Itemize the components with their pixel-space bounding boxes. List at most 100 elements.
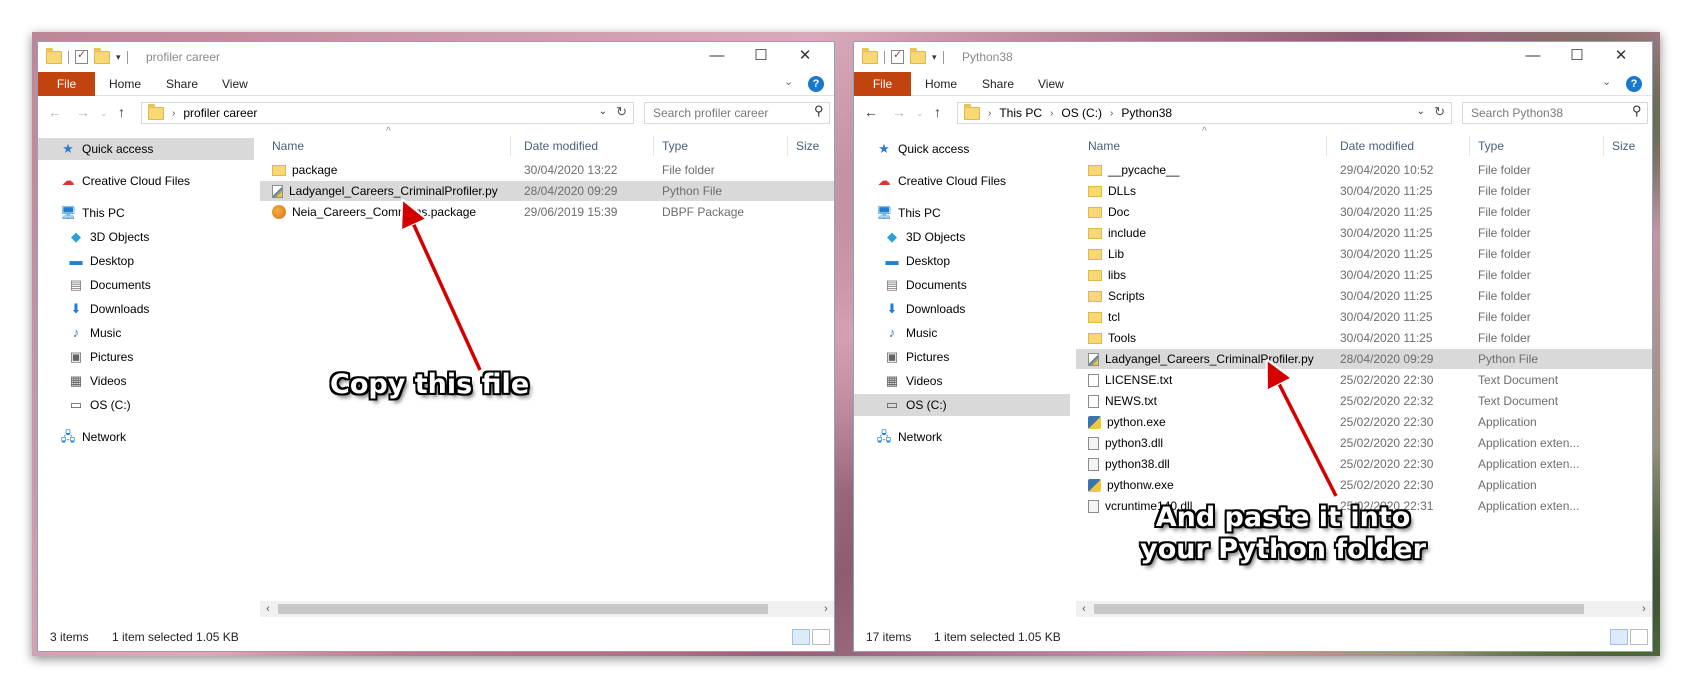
breadcrumb-separator-icon[interactable]: › <box>1110 108 1113 119</box>
column-header-date[interactable]: Date modified <box>524 134 598 158</box>
file-row[interactable]: package 30/04/2020 13:22 File folder <box>260 160 834 180</box>
minimize-icon[interactable]: — <box>706 46 728 66</box>
file-row[interactable]: Lib 30/04/2020 11:25 File folder <box>1076 244 1652 264</box>
expand-ribbon-chevron-icon[interactable]: ⌄ <box>1602 75 1611 88</box>
breadcrumb-separator-icon[interactable]: › <box>1050 108 1053 119</box>
nav-item-os-c[interactable]: ▭ OS (C:) <box>38 394 254 416</box>
refresh-icon[interactable]: ↻ <box>1434 104 1445 120</box>
customize-toolbar-caret-icon[interactable]: ▾ <box>932 52 937 63</box>
nav-item-quick-access[interactable]: ★ Quick access <box>38 138 254 160</box>
file-row[interactable]: __pycache__ 29/04/2020 10:52 File folder <box>1076 160 1652 180</box>
refresh-icon[interactable]: ↻ <box>616 104 627 120</box>
file-row[interactable]: pythonw.exe 25/02/2020 22:30 Application <box>1076 475 1652 495</box>
breadcrumb-separator-icon[interactable]: › <box>988 108 991 119</box>
forward-arrow-icon[interactable]: → <box>892 104 906 120</box>
column-header-name[interactable]: Name <box>272 134 304 158</box>
nav-item-downloads[interactable]: ⬇ Downloads <box>38 298 254 320</box>
maximize-icon[interactable]: ☐ <box>750 46 772 66</box>
scroll-right-icon[interactable]: › <box>818 601 834 617</box>
file-row[interactable]: include 30/04/2020 11:25 File folder <box>1076 223 1652 243</box>
properties-icon[interactable] <box>75 48 88 64</box>
large-icons-view-icon[interactable] <box>1630 629 1648 645</box>
back-arrow-icon[interactable]: ← <box>864 104 878 120</box>
breadcrumb-profiler-career[interactable]: profiler career <box>183 106 257 120</box>
maximize-icon[interactable]: ☐ <box>1566 46 1588 66</box>
file-row[interactable]: Ladyangel_Careers_CriminalProfiler.py 28/… <box>260 181 834 201</box>
tab-home[interactable]: Home <box>109 72 141 96</box>
column-divider[interactable] <box>1603 136 1604 156</box>
address-dropdown-icon[interactable]: ⌄ <box>1417 106 1425 117</box>
file-row[interactable]: Neia_Careers_Commons.package 29/06/2019 1… <box>260 202 834 222</box>
nav-item-this-pc[interactable]: 🖥 This PC <box>854 202 1070 224</box>
scrollbar-thumb[interactable] <box>1094 604 1584 614</box>
breadcrumb-os-c[interactable]: OS (C:) <box>1061 106 1102 120</box>
column-divider[interactable] <box>787 136 788 156</box>
address-bar[interactable]: › This PC › OS (C:) › Python38 ⌄ ↻ <box>957 102 1452 124</box>
nav-item-music[interactable]: ♪ Music <box>854 322 1070 344</box>
file-row[interactable]: Ladyangel_Careers_CriminalProfiler.py 28/… <box>1076 349 1652 369</box>
nav-item-quick-access[interactable]: ★ Quick access <box>854 138 1070 160</box>
nav-item-downloads[interactable]: ⬇ Downloads <box>854 298 1070 320</box>
file-row[interactable]: NEWS.txt 25/02/2020 22:32 Text Document <box>1076 391 1652 411</box>
file-row[interactable]: tcl 30/04/2020 11:25 File folder <box>1076 307 1652 327</box>
tab-home[interactable]: Home <box>925 72 957 96</box>
help-icon[interactable]: ? <box>808 76 824 92</box>
scroll-left-icon[interactable]: ‹ <box>1076 601 1092 617</box>
column-header-type[interactable]: Type <box>662 134 688 158</box>
file-row[interactable]: DLLs 30/04/2020 11:25 File folder <box>1076 181 1652 201</box>
customize-toolbar-caret-icon[interactable]: ▾ <box>116 52 121 63</box>
title-bar[interactable]: ▾ Python38 — ☐ ✕ <box>854 42 1652 72</box>
forward-arrow-icon[interactable]: → <box>76 104 90 120</box>
column-divider[interactable] <box>1469 136 1470 156</box>
scroll-right-icon[interactable]: › <box>1636 601 1652 617</box>
search-icon[interactable]: ⚲ <box>1632 103 1642 119</box>
properties-icon[interactable] <box>891 48 904 64</box>
nav-item-desktop[interactable]: ▬ Desktop <box>854 250 1070 272</box>
nav-item-videos[interactable]: ▦ Videos <box>38 370 254 392</box>
horizontal-scrollbar[interactable]: ‹ › <box>1076 601 1652 617</box>
recent-locations-chevron-icon[interactable]: ⌄ <box>916 108 924 119</box>
details-view-icon[interactable] <box>792 629 810 645</box>
breadcrumb-python38[interactable]: Python38 <box>1121 106 1172 120</box>
search-icon[interactable]: ⚲ <box>814 103 824 119</box>
minimize-icon[interactable]: — <box>1522 46 1544 66</box>
column-divider[interactable] <box>1326 136 1327 156</box>
nav-item-documents[interactable]: ▤ Documents <box>38 274 254 296</box>
file-row[interactable]: libs 30/04/2020 11:25 File folder <box>1076 265 1652 285</box>
back-arrow-icon[interactable]: ← <box>48 104 62 120</box>
tab-view[interactable]: View <box>1038 72 1064 96</box>
close-icon[interactable]: ✕ <box>1610 46 1632 66</box>
address-bar[interactable]: › profiler career ⌄ ↻ <box>141 102 634 124</box>
nav-item-documents[interactable]: ▤ Documents <box>854 274 1070 296</box>
file-row[interactable]: python3.dll 25/02/2020 22:30 Application e… <box>1076 433 1652 453</box>
search-input[interactable]: Search profiler career <box>644 102 830 124</box>
file-row[interactable]: Tools 30/04/2020 11:25 File folder <box>1076 328 1652 348</box>
tab-view[interactable]: View <box>222 72 248 96</box>
scrollbar-thumb[interactable] <box>278 604 768 614</box>
nav-item-os-c[interactable]: ▭ OS (C:) <box>854 394 1070 416</box>
nav-item-videos[interactable]: ▦ Videos <box>854 370 1070 392</box>
nav-item-desktop[interactable]: ▬ Desktop <box>38 250 254 272</box>
nav-item-network[interactable]: 🖧 Network <box>38 426 254 448</box>
file-row[interactable]: LICENSE.txt 25/02/2020 22:30 Text Document <box>1076 370 1652 390</box>
column-header-date[interactable]: Date modified <box>1340 134 1414 158</box>
new-folder-icon[interactable] <box>910 47 926 64</box>
search-input[interactable]: Search Python38 <box>1462 102 1648 124</box>
breadcrumb-this-pc[interactable]: This PC <box>999 106 1042 120</box>
scroll-left-icon[interactable]: ‹ <box>260 601 276 617</box>
tab-share[interactable]: Share <box>166 72 198 96</box>
tab-file[interactable]: File <box>854 72 911 96</box>
close-icon[interactable]: ✕ <box>794 46 816 66</box>
nav-item-creative-cloud[interactable]: ☁ Creative Cloud Files <box>38 170 254 192</box>
up-arrow-icon[interactable]: ↑ <box>934 104 941 120</box>
nav-item-music[interactable]: ♪ Music <box>38 322 254 344</box>
help-icon[interactable]: ? <box>1626 76 1642 92</box>
file-row[interactable]: Doc 30/04/2020 11:25 File folder <box>1076 202 1652 222</box>
folder-icon[interactable] <box>862 47 878 64</box>
recent-locations-chevron-icon[interactable]: ⌄ <box>100 108 108 119</box>
tab-share[interactable]: Share <box>982 72 1014 96</box>
large-icons-view-icon[interactable] <box>812 629 830 645</box>
column-divider[interactable] <box>510 136 511 156</box>
nav-item-pictures[interactable]: ▣ Pictures <box>38 346 254 368</box>
nav-item-this-pc[interactable]: 🖥 This PC <box>38 202 254 224</box>
